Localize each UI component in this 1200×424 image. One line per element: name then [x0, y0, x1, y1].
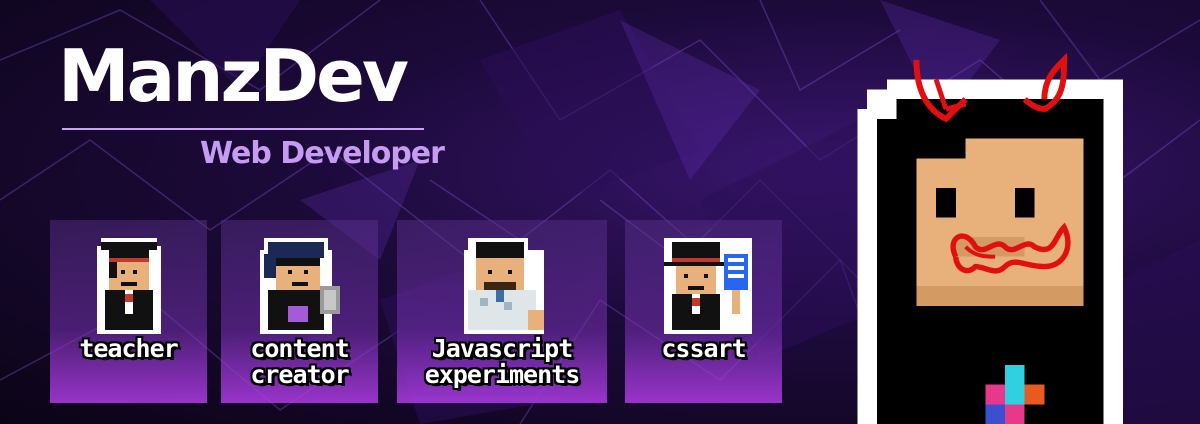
role-card-content-creator: content creator: [221, 220, 378, 403]
cssart-avatar-icon: [663, 238, 752, 334]
role-label-javascript-experiments: Javascript experiments: [424, 334, 581, 389]
manzdev-mascot-icon: [857, 52, 1124, 424]
javascript-avatar-icon: [464, 238, 544, 334]
banner: ManzDev Web Developer teacher content cr…: [0, 0, 1200, 424]
role-card-teacher: teacher: [50, 220, 207, 403]
role-label-teacher: teacher: [79, 334, 178, 363]
brand-divider: [62, 128, 424, 130]
role-card-javascript-experiments: Javascript experiments: [397, 220, 607, 403]
brand-subtitle: Web Developer: [200, 136, 445, 171]
role-label-content-creator: content creator: [250, 334, 349, 389]
brand-title: ManzDev: [58, 34, 409, 118]
content-creator-avatar-icon: [259, 238, 340, 334]
brand-logo: ManzDev Web Developer: [58, 40, 458, 180]
role-card-cssart: cssart: [625, 220, 782, 403]
role-label-cssart: cssart: [661, 334, 746, 363]
teacher-avatar-icon: [96, 238, 161, 334]
